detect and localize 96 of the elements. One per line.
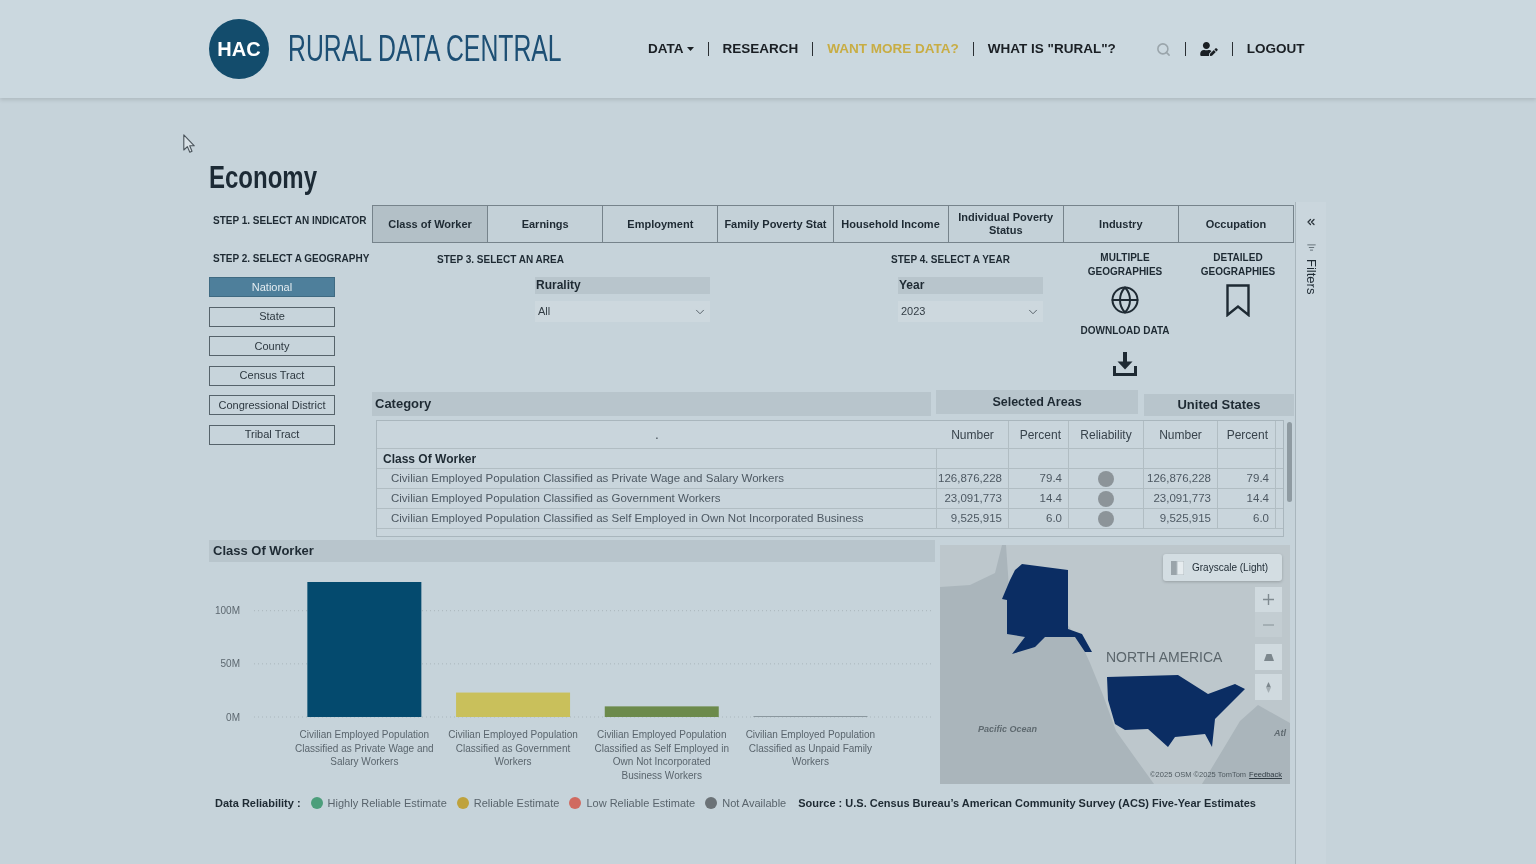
axis-tick-label: 100M <box>215 605 240 617</box>
scrollbar-thumb[interactable] <box>1287 422 1292 502</box>
legend-label: Highly Reliable Estimate <box>327 795 447 811</box>
axis-category-label: Civilian Employed Population Classified as Unpaid Family Workers <box>744 728 877 769</box>
table-cell-text: 126,876,228 <box>938 470 1002 486</box>
step-label: STEP 1. SELECT AN INDICATOR <box>213 215 367 226</box>
compass-button[interactable] <box>1255 674 1282 700</box>
axis-tick-label: 50M <box>220 658 240 670</box>
column-header: Category <box>372 392 931 416</box>
rurality-dropdown[interactable]: All <box>535 301 710 322</box>
nav-link[interactable]: WHAT IS "RURAL"? <box>987 38 1116 60</box>
indicator-tab[interactable]: Employment <box>602 205 719 243</box>
nav-menu-button[interactable]: DATA <box>648 38 694 60</box>
field-label: Rurality <box>535 277 710 294</box>
plus-icon <box>1263 594 1274 605</box>
column-header: Reliability <box>1080 426 1132 444</box>
bookmark-icon[interactable] <box>1226 284 1250 317</box>
site-logo[interactable]: HAC <box>209 19 269 79</box>
indicator-tab[interactable]: Class of Worker <box>372 205 489 243</box>
table-cell-text: 23,091,773 <box>1153 490 1211 506</box>
nav-link[interactable]: RESEARCH <box>722 38 799 60</box>
tool-label: DETAILED GEOGRAPHIES <box>1200 251 1276 279</box>
indicator-tab[interactable]: Family Poverty Stat <box>717 205 834 243</box>
caret-icon <box>686 47 694 51</box>
table-cell-text: 9,525,915 <box>1159 510 1211 526</box>
table-cell-text: Civilian Employed Population Classified as Government Workers <box>391 490 721 506</box>
map-style-button[interactable]: Grayscale (Light) <box>1163 554 1282 581</box>
legend-label: Reliable Estimate <box>473 795 560 811</box>
tool-label: DOWNLOAD DATA <box>1080 324 1170 338</box>
geography-button[interactable]: State <box>209 306 335 327</box>
user-edit-icon <box>1199 42 1218 56</box>
chart-title: Class Of Worker <box>209 540 935 562</box>
filter-icon <box>1306 243 1316 252</box>
search-icon <box>1155 41 1171 57</box>
step-label: STEP 3. SELECT AN AREA <box>437 254 565 266</box>
geography-button[interactable]: Tribal Tract <box>209 424 335 445</box>
column-header: Percent <box>1226 426 1268 444</box>
indicator-tab[interactable]: Industry <box>1062 205 1179 243</box>
map-label: Atl <box>1274 727 1286 740</box>
legend-title: Data Reliability : <box>215 795 301 811</box>
zoom-in-button[interactable] <box>1255 587 1282 612</box>
step-label: STEP 2. SELECT A GEOGRAPHY <box>213 253 371 265</box>
source-note: Source : U.S. Census Bureau’s American Community Survey (ACS) Five-Year Estimates <box>798 795 1256 811</box>
year-dropdown[interactable]: 2023 <box>898 301 1043 322</box>
table-cell-text: 79.4 <box>1246 470 1269 486</box>
map-label: Pacific Ocean <box>978 723 1038 736</box>
geography-button[interactable]: County <box>209 336 335 356</box>
table-cell-text: 14.4 <box>1246 490 1269 506</box>
trapezoid-icon <box>1263 653 1274 661</box>
globe-icon[interactable] <box>1110 285 1140 315</box>
legend-label: Not Available <box>722 795 787 811</box>
column-header: . <box>655 426 659 444</box>
column-header: Selected Areas <box>936 390 1138 414</box>
column-header: Percent <box>1019 426 1061 444</box>
column-header: Number <box>1159 426 1202 444</box>
geography-button[interactable]: Census Tract <box>209 365 335 386</box>
filters-label[interactable]: Filters <box>1301 259 1321 295</box>
axis-category-label: Civilian Employed Population Classified as Private Wage and Salary Workers <box>294 728 435 769</box>
column-header: Number <box>951 426 994 444</box>
mouse-pointer-icon <box>183 134 195 153</box>
geography-button[interactable]: Congressional District <box>209 395 335 415</box>
table-cell-text: 9,525,915 <box>950 510 1002 526</box>
swatch-icon <box>1171 560 1184 575</box>
column-header: United States <box>1144 394 1294 416</box>
axis-category-label: Civilian Employed Population Classified as Self Employed in Own Not Incorporated Business Workers <box>593 728 730 782</box>
tool-label: MULTIPLE GEOGRAPHIES <box>1086 251 1164 279</box>
table-cell-text: 6.0 <box>1253 510 1269 526</box>
group-label: Class Of Worker <box>383 450 477 468</box>
map-label: NORTH AMERICA <box>1106 648 1223 667</box>
collapse-icon[interactable] <box>1305 216 1317 228</box>
table-cell-text: Civilian Employed Population Classified as Private Wage and Salary Workers <box>391 470 785 486</box>
nav-link[interactable]: LOGOUT <box>1246 38 1305 60</box>
site-title: RURAL DATA CENTRAL <box>288 29 562 69</box>
legend-label: Low Reliable Estimate <box>586 795 696 811</box>
search-button[interactable] <box>1155 41 1171 57</box>
table-cell-text: 126,876,228 <box>1147 470 1211 486</box>
field-label: Year <box>898 277 1043 294</box>
axis-category-label: Civilian Employed Population Classified as Government Workers <box>447 728 579 769</box>
account-button[interactable] <box>1199 42 1218 56</box>
axis-tick-label: 0M <box>226 711 240 723</box>
page-title: Economy <box>209 161 317 193</box>
zoom-out-button[interactable] <box>1255 612 1282 637</box>
indicator-tab[interactable]: Individual Poverty Status <box>947 205 1064 243</box>
indicator-tab[interactable]: Occupation <box>1177 205 1294 243</box>
step-label: STEP 4. SELECT A YEAR <box>891 254 1011 266</box>
compass-icon <box>1266 681 1271 693</box>
table-cell-text: 6.0 <box>1046 510 1062 526</box>
table-cell-text: 14.4 <box>1039 490 1062 506</box>
table-cell-text: 79.4 <box>1039 470 1062 486</box>
download-icon[interactable] <box>1113 352 1137 376</box>
table-cell-text: 23,091,773 <box>944 490 1002 506</box>
table-cell-text: Civilian Employed Population Classified as Self Employed in Own Not Incorporated Business <box>391 510 864 526</box>
indicator-tab[interactable]: Earnings <box>487 205 604 243</box>
geography-button[interactable]: National <box>209 277 335 297</box>
indicator-tab[interactable]: Household Income <box>832 205 949 243</box>
tilt-button[interactable] <box>1255 644 1282 670</box>
